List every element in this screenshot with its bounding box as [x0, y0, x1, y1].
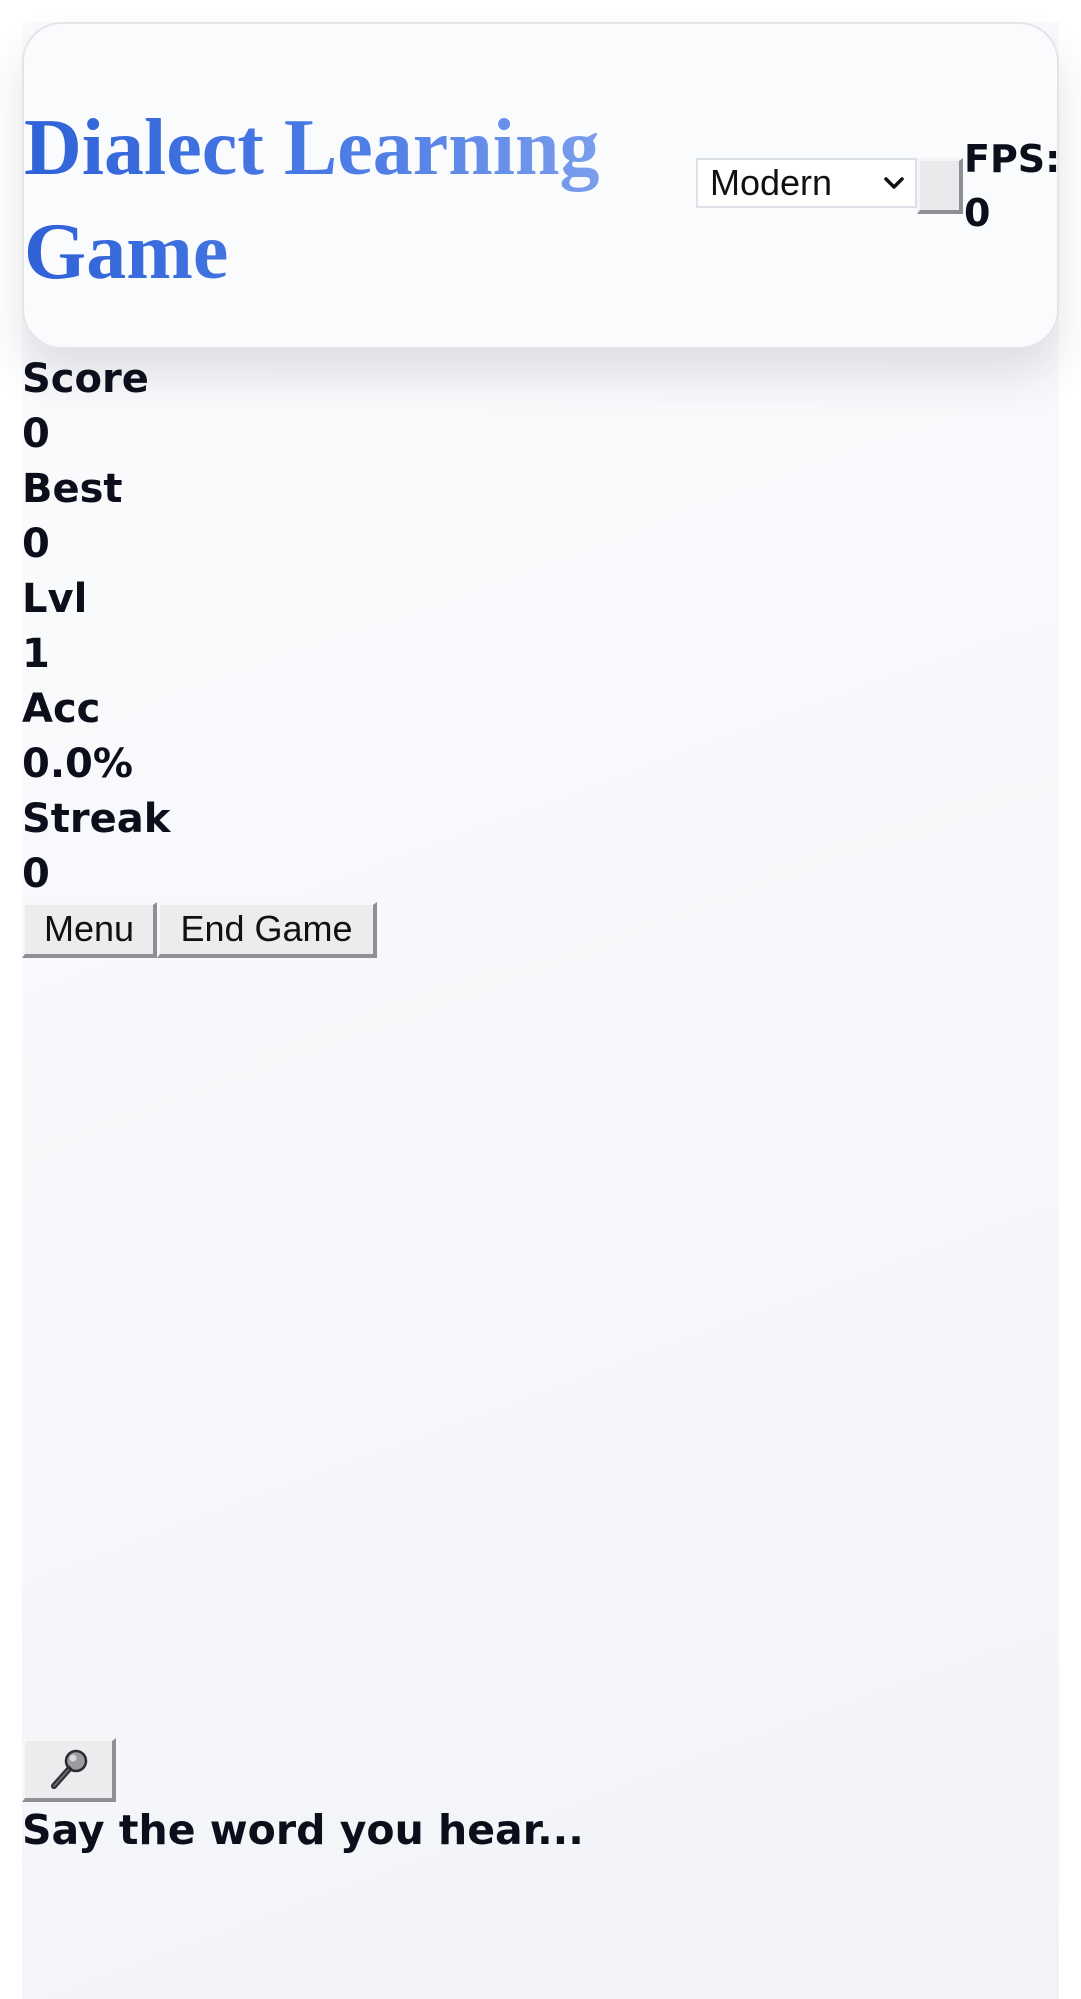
prompt-text: Say the word you hear... [22, 1806, 584, 1854]
stat-streak: Streak 0 [22, 792, 170, 902]
end-game-button[interactable]: End Game [157, 902, 377, 958]
stat-value: 0.0% [22, 741, 133, 787]
stat-label: Best [22, 466, 123, 512]
settings-toggle-button[interactable] [917, 158, 963, 214]
mode-select[interactable]: Modern [696, 158, 917, 208]
stat-value: 0 [22, 851, 50, 897]
fps-label: FPS: [964, 137, 1061, 181]
stat-label: Streak [22, 796, 171, 842]
page-title: Dialect Learning Game [24, 96, 664, 304]
chevron-down-icon [884, 177, 904, 189]
stat-best: Best 0 [22, 462, 170, 572]
game-controls: Menu End Game [22, 902, 377, 958]
game-app: Dialect Learning Game Modern FPS: 0 Scor… [22, 22, 1060, 1999]
stat-label: Lvl [22, 576, 88, 622]
stat-score: Score 0 [22, 352, 170, 462]
stat-value: 1 [22, 631, 50, 677]
mode-select-value: Modern [710, 162, 833, 203]
stat-accuracy: Acc 0.0% [22, 682, 170, 792]
fps-value: 0 [964, 191, 991, 235]
stat-label: Acc [22, 686, 101, 732]
stat-value: 0 [22, 411, 50, 457]
microphone-icon [50, 1749, 87, 1789]
header-card: Dialect Learning Game Modern FPS: 0 [22, 22, 1060, 349]
fps-counter: FPS: 0 [964, 132, 1060, 240]
stat-value: 0 [22, 521, 50, 567]
microphone-button[interactable] [22, 1738, 116, 1802]
stat-label: Score [22, 356, 149, 402]
stats-panel: Score 0 Best 0 Lvl 1 Acc 0.0% Streak 0 [22, 352, 170, 902]
menu-button[interactable]: Menu [22, 902, 157, 958]
stat-level: Lvl 1 [22, 572, 170, 682]
